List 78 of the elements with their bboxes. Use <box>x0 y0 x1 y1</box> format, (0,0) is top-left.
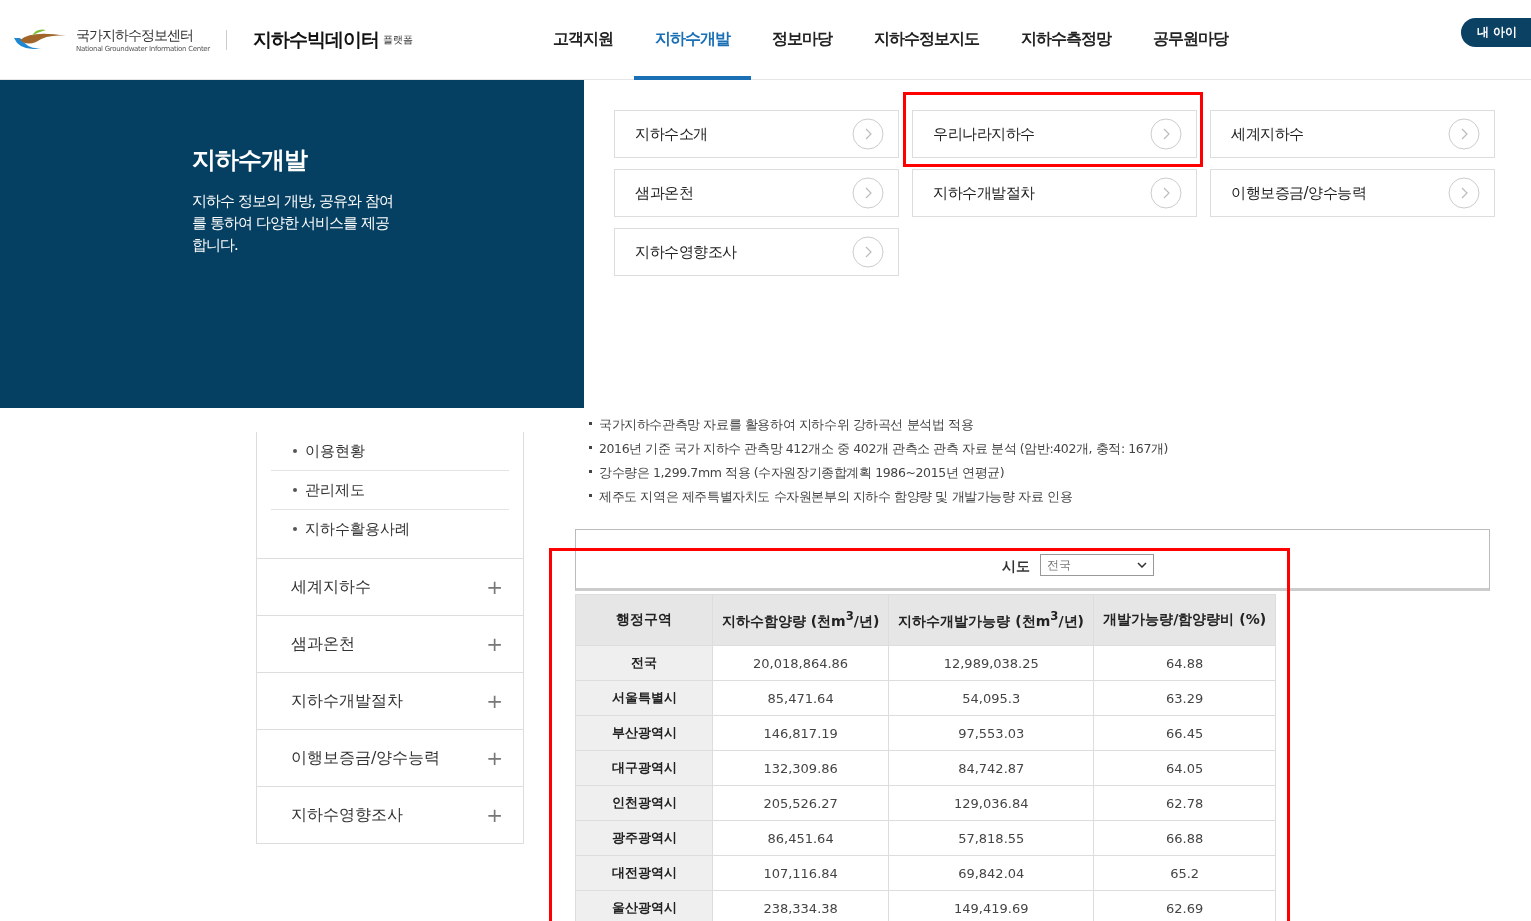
table-cell: 86,451.64 <box>712 820 889 856</box>
table-cell: 20,018,864.86 <box>712 645 889 681</box>
table-cell: 84,742.87 <box>888 750 1094 786</box>
menu-link[interactable]: 이행보증금/양수능력 <box>1210 169 1495 217</box>
column-header: 지하수함양량 (천m$^{3}$/년) <box>712 594 889 646</box>
table-cell: 63.29 <box>1093 680 1276 716</box>
expand-toggle[interactable]: + <box>486 689 503 713</box>
table-cell: 65.2 <box>1093 855 1276 891</box>
table-cell: 146,817.19 <box>712 715 889 751</box>
nav-tab[interactable]: 지하수측정망 <box>1000 0 1132 80</box>
chevron-right-icon <box>1448 177 1480 209</box>
table-cell: 66.45 <box>1093 715 1276 751</box>
column-header: 지하수개발가능량 (천m$^{3}$/년) <box>888 594 1094 646</box>
table-cell: 전국 <box>575 645 713 681</box>
menu-link[interactable]: 지하수소개 <box>614 110 899 158</box>
nav-tab[interactable]: 고객지원 <box>532 0 634 80</box>
menu-description: 지하수 정보의 개방, 공유와 참여를 통하여 다양한 서비스를 제공합니다. <box>192 191 394 256</box>
sidebar-item[interactable]: 이행보증금/양수능력 <box>291 747 441 769</box>
user-button[interactable]: 내 아이 <box>1460 18 1531 47</box>
expand-toggle[interactable]: + <box>486 803 503 827</box>
menu-link[interactable]: 샘과온천 <box>614 169 899 217</box>
table-cell: 서울특별시 <box>575 680 713 716</box>
note-text: 강수량은 1,299.7mm 적용 (수자원장기종합계획 1986~2015년 연평균) <box>589 461 1490 485</box>
table-cell: 85,471.64 <box>712 680 889 716</box>
chevron-down-icon <box>1136 562 1147 568</box>
menu-title: 지하수개발 <box>192 146 307 174</box>
sidebar-item[interactable]: 지하수영향조사 <box>291 804 403 826</box>
chevron-right-icon <box>852 236 884 268</box>
table-cell: 64.88 <box>1093 645 1276 681</box>
table-cell: 62.78 <box>1093 785 1276 821</box>
chevron-right-icon <box>852 177 884 209</box>
sidebar-item[interactable]: 세계지하수 <box>291 576 371 598</box>
chevron-right-icon <box>1448 118 1480 150</box>
menu-link[interactable]: 우리나라지하수 <box>912 110 1197 158</box>
nav-tab[interactable]: 공무원마당 <box>1132 0 1249 80</box>
note-text: 2016년 기준 국가 지하수 관측망 412개소 중 402개 관측소 관측 자료 분석 (암반:402개, 충적: 167개) <box>589 437 1490 461</box>
sidebar-subitem[interactable]: 관리제도 <box>271 471 509 509</box>
expand-toggle[interactable]: + <box>486 575 503 599</box>
table-cell: 97,553.03 <box>888 715 1094 751</box>
table-cell: 부산광역시 <box>575 715 713 751</box>
chevron-right-icon <box>1150 177 1182 209</box>
chevron-right-icon <box>1150 118 1182 150</box>
region-select[interactable]: 전국 <box>1039 554 1154 576</box>
table-cell: 대전광역시 <box>575 855 713 891</box>
table-cell: 인천광역시 <box>575 785 713 821</box>
filter-label: 시도 <box>1001 558 1030 576</box>
table-cell: 69,842.04 <box>888 855 1094 891</box>
sidebar-subitem[interactable]: 지하수활용사례 <box>271 510 509 548</box>
nav-tab[interactable]: 지하수정보지도 <box>853 0 1000 80</box>
menu-link[interactable]: 지하수영향조사 <box>614 228 899 276</box>
table-cell: 66.88 <box>1093 820 1276 856</box>
table-cell: 57,818.55 <box>888 820 1094 856</box>
platform-suffix: 플랫폼 <box>382 32 413 47</box>
table-cell: 129,036.84 <box>888 785 1094 821</box>
table-cell: 64.05 <box>1093 750 1276 786</box>
sidebar-subitem[interactable]: 이용현황 <box>271 432 509 470</box>
expand-toggle[interactable]: + <box>486 632 503 656</box>
sidebar-item[interactable]: 지하수개발절차 <box>291 690 403 712</box>
platform-logo: 지하수빅데이터 <box>252 26 379 52</box>
expand-toggle[interactable]: + <box>486 746 503 770</box>
chevron-right-icon <box>852 118 884 150</box>
menu-link[interactable]: 세계지하수 <box>1210 110 1495 158</box>
note-text: 국가지하수관측망 자료를 활용하여 지하수위 강하곡선 분석법 적용 <box>589 413 1490 437</box>
table-cell: 12,989,038.25 <box>888 645 1094 681</box>
table-cell: 132,309.86 <box>712 750 889 786</box>
logo-text: 국가지하수정보센터 <box>76 26 194 45</box>
column-header: 행정구역 <box>575 594 713 646</box>
table-cell: 광주광역시 <box>575 820 713 856</box>
table-cell: 205,526.27 <box>712 785 889 821</box>
table-cell: 107,116.84 <box>712 855 889 891</box>
table-cell: 대구광역시 <box>575 750 713 786</box>
column-header: 개발가능량/함양량비 (%) <box>1093 594 1276 646</box>
nav-tab[interactable]: 정보마당 <box>751 0 853 80</box>
sidebar-item[interactable]: 샘과온천 <box>291 633 355 655</box>
menu-link[interactable]: 지하수개발절차 <box>912 169 1197 217</box>
table-cell: 54,095.3 <box>888 680 1094 716</box>
table-cell: 울산광역시 <box>575 890 713 921</box>
note-text: 제주도 지역은 제주특별자치도 수자원본부의 지하수 함양량 및 개발가능량 자료 인용 <box>589 485 1490 509</box>
